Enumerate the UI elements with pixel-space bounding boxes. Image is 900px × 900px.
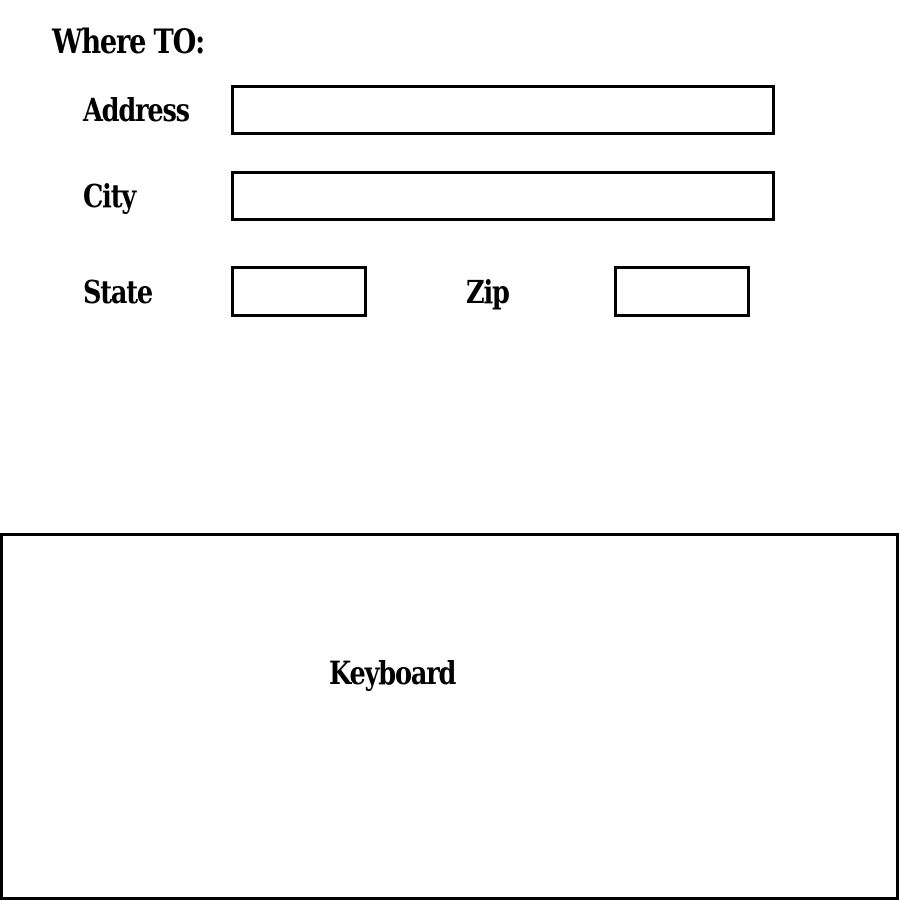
address-label: Address [83,91,190,129]
state-input[interactable] [231,266,367,317]
address-input[interactable] [231,85,775,135]
zip-input[interactable] [614,266,750,317]
city-input[interactable] [231,171,775,221]
keyboard-label: Keyboard [329,654,456,692]
state-label: State [83,273,153,311]
zip-label: Zip [466,273,510,311]
city-label: City [83,177,136,215]
form-title: Where TO: [52,22,205,62]
keyboard-area[interactable]: Keyboard [0,533,899,900]
